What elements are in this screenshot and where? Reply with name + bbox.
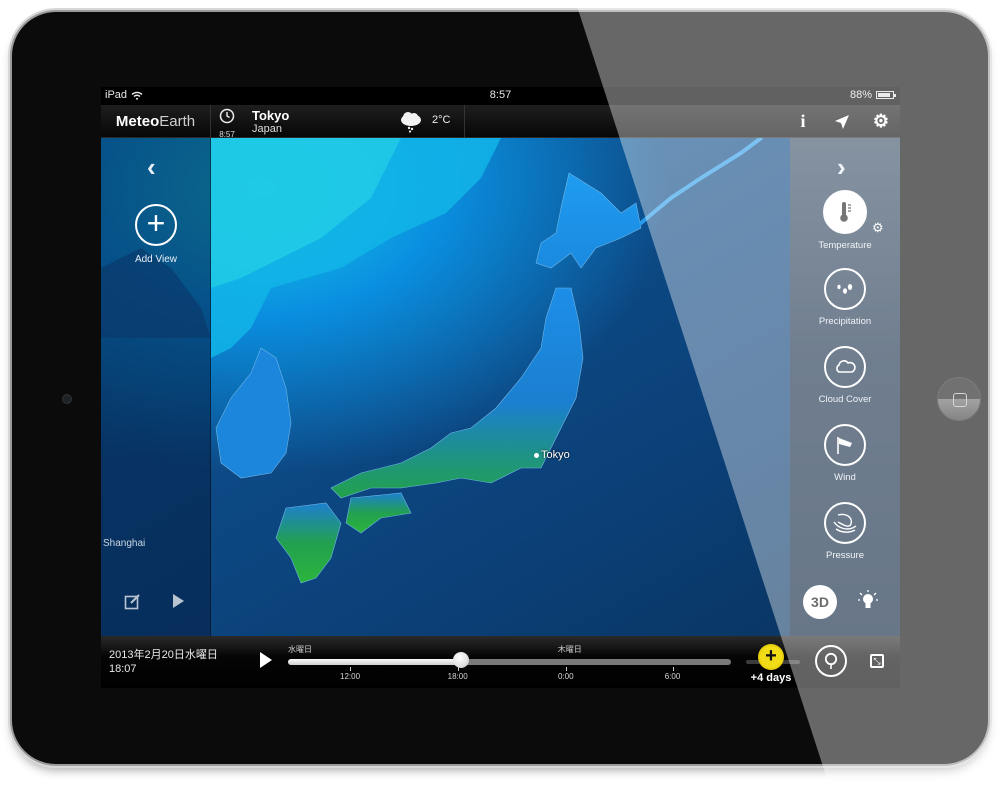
screen: iPad 8:57 88% Meteo Earth 8:57 Tokyo Japa… xyxy=(101,87,900,688)
app-logo: Meteo Earth xyxy=(101,105,211,138)
current-datetime: 2013年2月20日水曜日 18:07 xyxy=(109,648,218,676)
home-button[interactable] xyxy=(937,377,981,421)
tokyo-label[interactable]: Tokyo xyxy=(541,449,570,461)
time-slider-progress xyxy=(288,659,461,665)
clock-icon xyxy=(219,108,235,124)
location-arrow-icon[interactable] xyxy=(834,114,850,130)
timeline-bar: 2013年2月20日水曜日 18:07 水曜日 木曜日 12:00 18:00 0:00… xyxy=(101,636,900,688)
navbar: Meteo Earth 8:57 Tokyo Japan 2°C i ⚙ xyxy=(101,105,900,139)
chevron-right-icon[interactable]: › xyxy=(837,152,846,183)
edit-icon[interactable] xyxy=(124,593,141,610)
logo-bold: Meteo xyxy=(115,113,160,130)
front-camera xyxy=(62,394,72,404)
hokkaido xyxy=(535,172,642,269)
battery-icon xyxy=(876,91,896,99)
layer-panel: › Temperature ⚙ Precipitation Cloud Cove… xyxy=(790,138,900,636)
time-tick-label: 0:00 xyxy=(557,672,574,681)
day-label: 水曜日 xyxy=(288,645,312,654)
battery-percent: 88% xyxy=(849,89,872,101)
current-date: 2013年2月20日水曜日 xyxy=(109,649,218,661)
time-tick xyxy=(672,667,674,671)
info-icon[interactable]: i xyxy=(794,111,812,132)
time-tick-label: 18:00 xyxy=(447,672,468,681)
fullscreen-icon[interactable]: ⤡ xyxy=(870,654,884,668)
add-days-button[interactable]: + xyxy=(760,646,782,668)
layer-precipitation[interactable]: Precipitation xyxy=(790,268,900,327)
layer-label: Pressure xyxy=(825,550,864,561)
day-label: 木曜日 xyxy=(557,645,582,654)
honshu xyxy=(330,287,584,499)
shikoku xyxy=(345,492,412,534)
left-panel: ‹ + Add View Shanghai xyxy=(101,138,211,636)
shanghai-label[interactable]: Shanghai xyxy=(103,538,145,549)
current-time: 18:07 xyxy=(109,663,137,675)
isobars-icon xyxy=(824,502,866,544)
gear-icon[interactable]: ⚙ xyxy=(872,111,890,132)
location-pin-button[interactable] xyxy=(815,645,847,677)
layer-wind[interactable]: Wind xyxy=(790,424,900,483)
layer-label: Cloud Cover xyxy=(818,394,872,405)
cloud-icon xyxy=(824,346,866,388)
layer-pressure[interactable]: Pressure xyxy=(790,502,900,561)
play-button[interactable] xyxy=(260,652,272,668)
layer-label: Temperature xyxy=(818,240,872,251)
home-square-icon xyxy=(953,393,967,407)
cloud-snow-icon xyxy=(401,112,421,133)
play-animation-icon[interactable] xyxy=(173,594,184,608)
chevron-left-icon[interactable]: ‹ xyxy=(147,152,156,183)
city-name: Tokyo xyxy=(252,108,290,123)
temperature: 2°C xyxy=(432,114,451,126)
windsock-icon xyxy=(824,424,866,466)
thermometer-icon xyxy=(823,190,867,234)
add-view-button[interactable]: + xyxy=(135,204,177,246)
layer-label: Precipitation xyxy=(818,316,872,327)
logo-light: Earth xyxy=(159,113,196,130)
time-tick-label: 12:00 xyxy=(340,672,361,681)
status-bar: iPad 8:57 88% xyxy=(101,87,900,105)
3d-toggle-button[interactable]: 3D xyxy=(803,585,837,619)
layer-label: Wind xyxy=(834,472,856,483)
country-name: Japan xyxy=(252,123,282,135)
lightbulb-icon[interactable] xyxy=(858,590,878,612)
time-tick xyxy=(565,667,567,671)
map-canvas xyxy=(101,138,763,584)
pin-icon xyxy=(824,652,838,669)
layer-cloud-cover[interactable]: Cloud Cover xyxy=(790,346,900,405)
add-view-label: Add View xyxy=(134,254,178,265)
kyushu xyxy=(275,502,342,584)
time-tick-label: 6:00 xyxy=(664,672,681,681)
korean-peninsula xyxy=(215,347,292,479)
tokyo-marker[interactable] xyxy=(534,453,539,458)
layer-settings-gear-icon[interactable]: ⚙ xyxy=(872,220,884,236)
time-slider-track[interactable] xyxy=(288,659,731,665)
local-clock: 8:57 xyxy=(218,108,236,139)
time-tick xyxy=(350,667,352,671)
status-time: 8:57 xyxy=(489,89,512,101)
time-slider-handle[interactable] xyxy=(452,652,469,668)
raindrops-icon xyxy=(824,268,866,310)
weather-map[interactable]: Tokyo xyxy=(101,138,900,636)
add-days-label: +4 days xyxy=(750,672,792,684)
location-selector[interactable]: 8:57 Tokyo Japan 2°C xyxy=(211,105,465,139)
